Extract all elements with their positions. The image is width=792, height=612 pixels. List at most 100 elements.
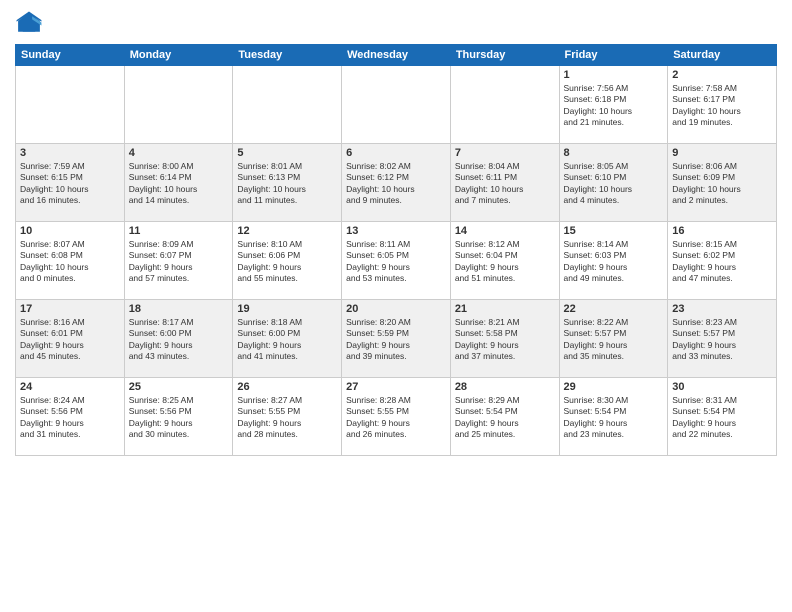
day-number: 2 (672, 69, 772, 81)
calendar-cell: 2 Sunrise: 7:58 AM Sunset: 6:17 PM Daylig… (668, 66, 777, 144)
day-number: 23 (672, 303, 772, 315)
day-number: 13 (346, 225, 446, 237)
day-number: 16 (672, 225, 772, 237)
calendar-cell (342, 66, 451, 144)
calendar-cell: 25 Sunrise: 8:25 AM Sunset: 5:56 PM Dayli… (124, 378, 233, 456)
day-info: Sunrise: 8:23 AM Sunset: 5:57 PM Dayligh… (672, 317, 772, 363)
day-info: Sunrise: 8:10 AM Sunset: 6:06 PM Dayligh… (237, 239, 337, 285)
day-info: Sunrise: 8:01 AM Sunset: 6:13 PM Dayligh… (237, 161, 337, 207)
calendar-cell: 18 Sunrise: 8:17 AM Sunset: 6:00 PM Dayli… (124, 300, 233, 378)
day-info: Sunrise: 8:06 AM Sunset: 6:09 PM Dayligh… (672, 161, 772, 207)
day-number: 17 (20, 303, 120, 315)
day-number: 29 (564, 381, 664, 393)
calendar-week-row: 17 Sunrise: 8:16 AM Sunset: 6:01 PM Dayli… (16, 300, 777, 378)
day-info: Sunrise: 8:07 AM Sunset: 6:08 PM Dayligh… (20, 239, 120, 285)
day-number: 27 (346, 381, 446, 393)
calendar-cell (124, 66, 233, 144)
calendar-cell: 9 Sunrise: 8:06 AM Sunset: 6:09 PM Daylig… (668, 144, 777, 222)
day-info: Sunrise: 8:16 AM Sunset: 6:01 PM Dayligh… (20, 317, 120, 363)
calendar-table: SundayMondayTuesdayWednesdayThursdayFrid… (15, 44, 777, 456)
calendar-cell: 6 Sunrise: 8:02 AM Sunset: 6:12 PM Daylig… (342, 144, 451, 222)
weekday-header-thursday: Thursday (450, 45, 559, 66)
day-info: Sunrise: 8:24 AM Sunset: 5:56 PM Dayligh… (20, 395, 120, 441)
calendar-week-row: 1 Sunrise: 7:56 AM Sunset: 6:18 PM Daylig… (16, 66, 777, 144)
day-number: 11 (129, 225, 229, 237)
calendar-cell: 1 Sunrise: 7:56 AM Sunset: 6:18 PM Daylig… (559, 66, 668, 144)
day-info: Sunrise: 8:18 AM Sunset: 6:00 PM Dayligh… (237, 317, 337, 363)
day-info: Sunrise: 8:20 AM Sunset: 5:59 PM Dayligh… (346, 317, 446, 363)
day-info: Sunrise: 8:04 AM Sunset: 6:11 PM Dayligh… (455, 161, 555, 207)
weekday-header-wednesday: Wednesday (342, 45, 451, 66)
day-info: Sunrise: 8:05 AM Sunset: 6:10 PM Dayligh… (564, 161, 664, 207)
day-info: Sunrise: 8:00 AM Sunset: 6:14 PM Dayligh… (129, 161, 229, 207)
day-number: 5 (237, 147, 337, 159)
day-number: 15 (564, 225, 664, 237)
calendar-cell: 4 Sunrise: 8:00 AM Sunset: 6:14 PM Daylig… (124, 144, 233, 222)
day-number: 25 (129, 381, 229, 393)
day-info: Sunrise: 8:12 AM Sunset: 6:04 PM Dayligh… (455, 239, 555, 285)
calendar-week-row: 3Sunrise: 7:59 AM Sunset: 6:15 PM Daylig… (16, 144, 777, 222)
calendar-cell (450, 66, 559, 144)
day-number: 4 (129, 147, 229, 159)
header (15, 10, 777, 38)
calendar-cell: 17 Sunrise: 8:16 AM Sunset: 6:01 PM Dayli… (16, 300, 125, 378)
day-number: 12 (237, 225, 337, 237)
calendar-cell: 26 Sunrise: 8:27 AM Sunset: 5:55 PM Dayli… (233, 378, 342, 456)
calendar-cell: 29 Sunrise: 8:30 AM Sunset: 5:54 PM Dayli… (559, 378, 668, 456)
logo (15, 10, 47, 38)
calendar-cell: 22 Sunrise: 8:22 AM Sunset: 5:57 PM Dayli… (559, 300, 668, 378)
day-info: Sunrise: 8:25 AM Sunset: 5:56 PM Dayligh… (129, 395, 229, 441)
weekday-header-tuesday: Tuesday (233, 45, 342, 66)
calendar-cell: 5 Sunrise: 8:01 AM Sunset: 6:13 PM Daylig… (233, 144, 342, 222)
calendar-cell: 14 Sunrise: 8:12 AM Sunset: 6:04 PM Dayli… (450, 222, 559, 300)
weekday-header-sunday: Sunday (16, 45, 125, 66)
day-info: Sunrise: 8:02 AM Sunset: 6:12 PM Dayligh… (346, 161, 446, 207)
day-info: Sunrise: 8:30 AM Sunset: 5:54 PM Dayligh… (564, 395, 664, 441)
day-info: Sunrise: 8:22 AM Sunset: 5:57 PM Dayligh… (564, 317, 664, 363)
calendar-week-row: 10Sunrise: 8:07 AM Sunset: 6:08 PM Dayli… (16, 222, 777, 300)
day-number: 30 (672, 381, 772, 393)
calendar-cell: 16 Sunrise: 8:15 AM Sunset: 6:02 PM Dayli… (668, 222, 777, 300)
calendar-cell: 27Sunrise: 8:28 AM Sunset: 5:55 PM Dayli… (342, 378, 451, 456)
day-number: 20 (346, 303, 446, 315)
day-number: 18 (129, 303, 229, 315)
page: SundayMondayTuesdayWednesdayThursdayFrid… (0, 0, 792, 612)
calendar-cell: 15 Sunrise: 8:14 AM Sunset: 6:03 PM Dayli… (559, 222, 668, 300)
day-info: Sunrise: 8:15 AM Sunset: 6:02 PM Dayligh… (672, 239, 772, 285)
day-number: 14 (455, 225, 555, 237)
calendar-cell (233, 66, 342, 144)
day-info: Sunrise: 8:27 AM Sunset: 5:55 PM Dayligh… (237, 395, 337, 441)
day-info: Sunrise: 8:09 AM Sunset: 6:07 PM Dayligh… (129, 239, 229, 285)
day-number: 7 (455, 147, 555, 159)
calendar-cell: 28Sunrise: 8:29 AM Sunset: 5:54 PM Dayli… (450, 378, 559, 456)
calendar-cell: 10Sunrise: 8:07 AM Sunset: 6:08 PM Dayli… (16, 222, 125, 300)
day-info: Sunrise: 8:17 AM Sunset: 6:00 PM Dayligh… (129, 317, 229, 363)
day-info: Sunrise: 7:56 AM Sunset: 6:18 PM Dayligh… (564, 83, 664, 129)
weekday-header-saturday: Saturday (668, 45, 777, 66)
day-number: 1 (564, 69, 664, 81)
calendar-cell: 11 Sunrise: 8:09 AM Sunset: 6:07 PM Dayli… (124, 222, 233, 300)
calendar-cell: 23 Sunrise: 8:23 AM Sunset: 5:57 PM Dayli… (668, 300, 777, 378)
calendar-header-row: SundayMondayTuesdayWednesdayThursdayFrid… (16, 45, 777, 66)
day-number: 6 (346, 147, 446, 159)
calendar-cell: 21Sunrise: 8:21 AM Sunset: 5:58 PM Dayli… (450, 300, 559, 378)
logo-icon (15, 10, 43, 38)
day-number: 22 (564, 303, 664, 315)
day-number: 9 (672, 147, 772, 159)
calendar-week-row: 24 Sunrise: 8:24 AM Sunset: 5:56 PM Dayli… (16, 378, 777, 456)
calendar-cell: 20 Sunrise: 8:20 AM Sunset: 5:59 PM Dayli… (342, 300, 451, 378)
calendar-cell: 19 Sunrise: 8:18 AM Sunset: 6:00 PM Dayli… (233, 300, 342, 378)
calendar-cell: 8Sunrise: 8:05 AM Sunset: 6:10 PM Daylig… (559, 144, 668, 222)
day-number: 19 (237, 303, 337, 315)
day-number: 24 (20, 381, 120, 393)
day-number: 26 (237, 381, 337, 393)
calendar-cell: 7 Sunrise: 8:04 AM Sunset: 6:11 PM Daylig… (450, 144, 559, 222)
day-info: Sunrise: 8:14 AM Sunset: 6:03 PM Dayligh… (564, 239, 664, 285)
day-info: Sunrise: 8:31 AM Sunset: 5:54 PM Dayligh… (672, 395, 772, 441)
day-info: Sunrise: 8:21 AM Sunset: 5:58 PM Dayligh… (455, 317, 555, 363)
day-info: Sunrise: 8:11 AM Sunset: 6:05 PM Dayligh… (346, 239, 446, 285)
day-info: Sunrise: 7:59 AM Sunset: 6:15 PM Dayligh… (20, 161, 120, 207)
day-info: Sunrise: 7:58 AM Sunset: 6:17 PM Dayligh… (672, 83, 772, 129)
calendar-cell: 3Sunrise: 7:59 AM Sunset: 6:15 PM Daylig… (16, 144, 125, 222)
weekday-header-friday: Friday (559, 45, 668, 66)
